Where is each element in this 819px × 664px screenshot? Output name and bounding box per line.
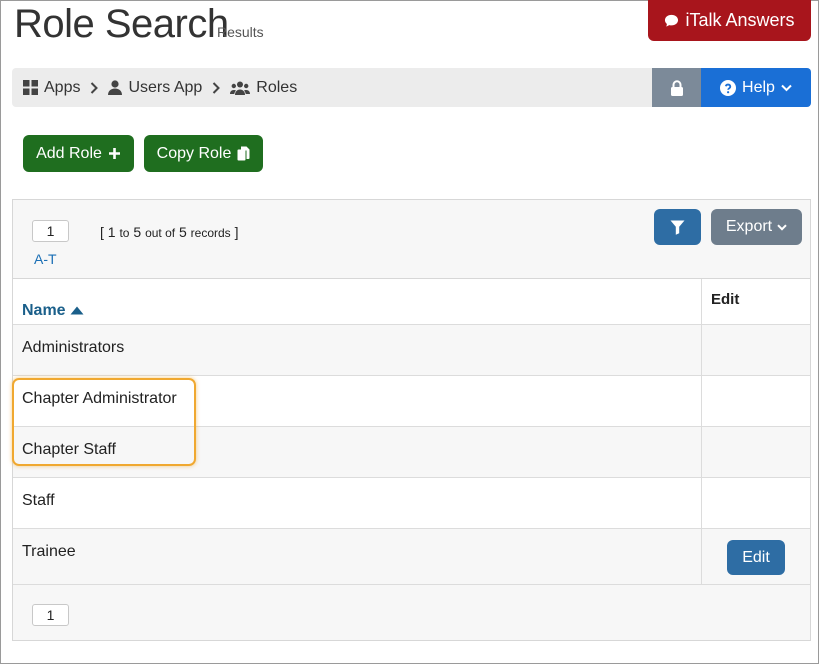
edit-button[interactable]: Edit [727,540,785,575]
users-icon [230,81,251,95]
chevron-down-icon [777,223,787,231]
table-row: Chapter Administrator [13,376,810,427]
role-name-cell[interactable]: Chapter Staff [13,427,702,477]
table-row: Trainee Edit [13,529,810,585]
edit-cell [702,325,810,375]
copy-role-button[interactable]: Copy Role [144,135,263,172]
records-word: records [190,226,231,240]
lock-icon [670,79,683,96]
records-summary: [ 1 to 5 out of 5 records ] [100,224,238,240]
records-total: 5 [178,224,187,240]
records-range-end: 5 [133,224,142,240]
grid-icon [23,80,38,95]
breadcrumb: Apps Users App Roles [12,68,652,107]
records-range-close: ] [234,224,239,240]
role-name-cell[interactable]: Administrators [13,325,702,375]
chat-bubble-icon [665,14,679,27]
role-name-cell[interactable]: Trainee [13,529,702,584]
breadcrumb-roles[interactable]: Roles [230,79,297,97]
sort-ascending-icon [70,306,84,315]
help-label: Help [742,78,775,96]
table-row: Staff [13,478,810,529]
name-column-label: Name [22,301,66,319]
page-button-top[interactable]: 1 [32,220,69,242]
role-name-cell[interactable]: Staff [13,478,702,528]
results-footer: 1 [13,585,810,640]
page-subtitle: Results [217,24,264,40]
breadcrumb-label: Apps [44,78,81,96]
copy-icon [237,146,250,161]
edit-cell [702,478,810,528]
breadcrumb-label: Roles [256,78,298,96]
user-icon [108,80,123,95]
name-column-header[interactable]: Name [13,279,702,324]
export-button[interactable]: Export [711,209,802,245]
page-button-bottom[interactable]: 1 [32,604,69,626]
breadcrumb-label: Users App [128,78,203,96]
export-label: Export [725,218,773,235]
records-out-of-word: out of [145,226,176,240]
italk-answers-button[interactable]: iTalk Answers [648,0,811,41]
role-name-cell[interactable]: Chapter Administrator [13,376,702,426]
records-range-start: [ 1 [100,224,116,240]
table-header-row: Name Edit [13,279,810,325]
table-row: Administrators [13,325,810,376]
plus-icon [108,148,120,159]
table-row: Chapter Staff [13,427,810,478]
edit-cell [702,376,810,426]
chevron-right-icon [212,81,221,94]
edit-cell [702,427,810,477]
edit-column-header: Edit [711,291,740,308]
results-panel: 1 [ 1 to 5 out of 5 records ] A-T Export… [12,199,811,641]
italk-answers-label: iTalk Answers [685,10,795,30]
chevron-down-icon [781,84,792,91]
roles-table: Name Edit Administrators Chapter Adminis… [13,279,810,585]
breadcrumb-apps[interactable]: Apps [23,79,80,97]
page-title: Role Search [14,2,229,46]
chevron-right-icon [90,81,99,94]
alpha-range-link[interactable]: A-T [34,251,57,267]
add-role-button[interactable]: Add Role [23,135,134,172]
help-button[interactable]: Help [701,68,811,107]
filter-icon [670,220,685,235]
records-to-word: to [119,226,130,240]
lock-button[interactable] [652,68,701,107]
copy-role-label: Copy Role [156,144,232,162]
breadcrumb-users-app[interactable]: Users App [108,79,202,97]
question-circle-icon [720,79,737,96]
results-toolbar: 1 [ 1 to 5 out of 5 records ] A-T Export [13,200,810,279]
filter-button[interactable] [654,209,701,245]
add-role-label: Add Role [36,144,102,162]
